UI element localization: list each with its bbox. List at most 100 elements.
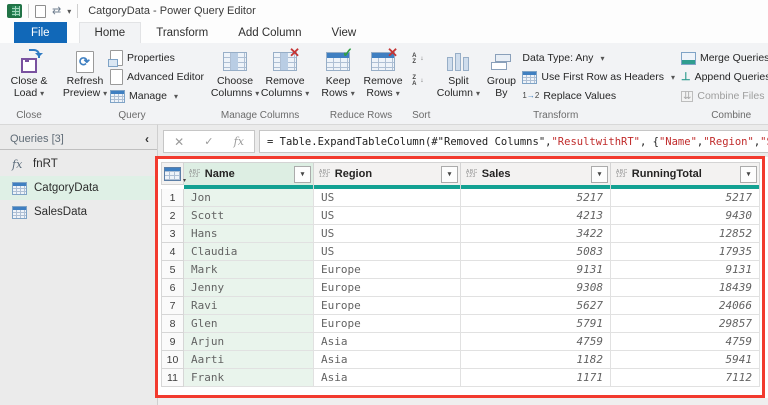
cell-running[interactable]: 17935 [611,243,760,261]
document-icon[interactable] [35,5,46,18]
advanced-editor-button[interactable]: Advanced Editor [110,69,204,85]
commit-formula-icon[interactable]: ✓ [204,135,213,148]
cell-running[interactable]: 4759 [611,333,760,351]
query-item-catgorydata[interactable]: CatgoryData [0,176,157,200]
merge-queries-button[interactable]: Merge Queries [681,50,768,66]
cell-sales[interactable]: 3422 [461,225,611,243]
cell-sales[interactable]: 4213 [461,207,611,225]
query-item-fnrt[interactable]: fxfnRT [0,152,157,176]
row-number[interactable]: 3 [161,225,184,243]
row-number[interactable]: 4 [161,243,184,261]
choose-columns-button[interactable]: Choose Columns [210,45,260,100]
cell-sales[interactable]: 9131 [461,261,611,279]
cell-region[interactable]: US [314,225,461,243]
cell-running[interactable]: 9430 [611,207,760,225]
cell-region[interactable]: Asia [314,333,461,351]
column-type-icon[interactable]: ABC 123 [466,170,478,179]
column-header-region[interactable]: ABC 123Region▾ [314,162,461,185]
cell-running[interactable]: 29857 [611,315,760,333]
cell-running[interactable]: 5941 [611,351,760,369]
combine-files-button[interactable]: ⇊ Combine Files [681,88,768,104]
cell-running[interactable]: 24066 [611,297,760,315]
cell-region[interactable]: Europe [314,279,461,297]
filter-button[interactable]: ▾ [441,166,458,183]
row-number[interactable]: 2 [161,207,184,225]
column-header-running[interactable]: ABC 123RunningTotal▾ [611,162,760,185]
group-by-button[interactable]: Group By [480,45,522,99]
cell-name[interactable]: Aarti [184,351,314,369]
cell-region[interactable]: Asia [314,351,461,369]
keep-rows-button[interactable]: ✓ Keep Rows [316,45,360,100]
cell-region[interactable]: US [314,189,461,207]
row-number[interactable]: 9 [161,333,184,351]
split-column-button[interactable]: Split Column [436,45,480,100]
row-number[interactable]: 1 [161,189,184,207]
cell-sales[interactable]: 1182 [461,351,611,369]
remove-columns-button[interactable]: ✕ Remove Columns [260,45,310,100]
cell-name[interactable]: Jenny [184,279,314,297]
column-header-name[interactable]: ABC 123Name▾ [184,162,314,185]
quick-access-dropdown-icon[interactable]: ▾ [67,7,71,16]
remove-rows-button[interactable]: ✕ Remove Rows [360,45,406,100]
row-number[interactable]: 8 [161,315,184,333]
close-and-load-button[interactable]: Close & Load [4,45,54,100]
select-all-corner[interactable] [161,162,184,185]
properties-button[interactable]: Properties [110,50,204,66]
cell-region[interactable]: US [314,243,461,261]
formula-input[interactable]: = Table.ExpandTableColumn(#"Removed Colu… [259,130,768,153]
cell-running[interactable]: 9131 [611,261,760,279]
cell-name[interactable]: Mark [184,261,314,279]
filter-button[interactable]: ▾ [740,166,757,183]
manage-button[interactable]: Manage [110,88,204,104]
cell-sales[interactable]: 5217 [461,189,611,207]
cell-name[interactable]: Jon [184,189,314,207]
replace-values-button[interactable]: 1→2 Replace Values [522,88,675,104]
tab-view[interactable]: View [317,22,372,43]
append-queries-button[interactable]: ⊥ Append Queries [681,69,768,85]
cell-sales[interactable]: 5791 [461,315,611,333]
cell-running[interactable]: 12852 [611,225,760,243]
cell-region[interactable]: Europe [314,315,461,333]
refresh-icon[interactable]: ⇄ [52,6,61,17]
tab-home[interactable]: Home [79,22,142,43]
row-number[interactable]: 5 [161,261,184,279]
column-header-sales[interactable]: ABC 123Sales▾ [461,162,611,185]
cell-region[interactable]: Europe [314,297,461,315]
data-type-button[interactable]: Data Type: Any [522,50,675,66]
cell-name[interactable]: Ravi [184,297,314,315]
sort-ascending-button[interactable]: AZ ↓ [412,51,423,67]
collapse-pane-icon[interactable]: ‹ [145,132,149,146]
cell-region[interactable]: Europe [314,261,461,279]
sort-descending-button[interactable]: ZA ↓ [412,73,423,89]
column-type-icon[interactable]: ABC 123 [616,170,628,179]
cell-name[interactable]: Hans [184,225,314,243]
filter-button[interactable]: ▾ [591,166,608,183]
column-type-icon[interactable]: ABC 123 [189,170,201,179]
cell-name[interactable]: Arjun [184,333,314,351]
tab-transform[interactable]: Transform [141,22,223,43]
row-number[interactable]: 11 [161,369,184,387]
cell-running[interactable]: 5217 [611,189,760,207]
query-item-salesdata[interactable]: SalesData [0,200,157,224]
cell-running[interactable]: 7112 [611,369,760,387]
cell-region[interactable]: US [314,207,461,225]
column-type-icon[interactable]: ABC 123 [319,170,331,179]
tab-add-column[interactable]: Add Column [223,22,316,43]
cell-name[interactable]: Glen [184,315,314,333]
use-first-row-as-headers-button[interactable]: Use First Row as Headers [522,69,675,85]
cancel-formula-icon[interactable]: ✕ [174,135,184,149]
refresh-preview-button[interactable]: ⟳ Refresh Preview [60,45,110,100]
cell-name[interactable]: Claudia [184,243,314,261]
cell-name[interactable]: Scott [184,207,314,225]
row-number[interactable]: 6 [161,279,184,297]
row-number[interactable]: 10 [161,351,184,369]
cell-sales[interactable]: 1171 [461,369,611,387]
cell-sales[interactable]: 4759 [461,333,611,351]
cell-sales[interactable]: 5627 [461,297,611,315]
cell-sales[interactable]: 9308 [461,279,611,297]
filter-button[interactable]: ▾ [294,166,311,183]
tab-file[interactable]: File [14,22,67,43]
cell-name[interactable]: Frank [184,369,314,387]
row-number[interactable]: 7 [161,297,184,315]
cell-sales[interactable]: 5083 [461,243,611,261]
